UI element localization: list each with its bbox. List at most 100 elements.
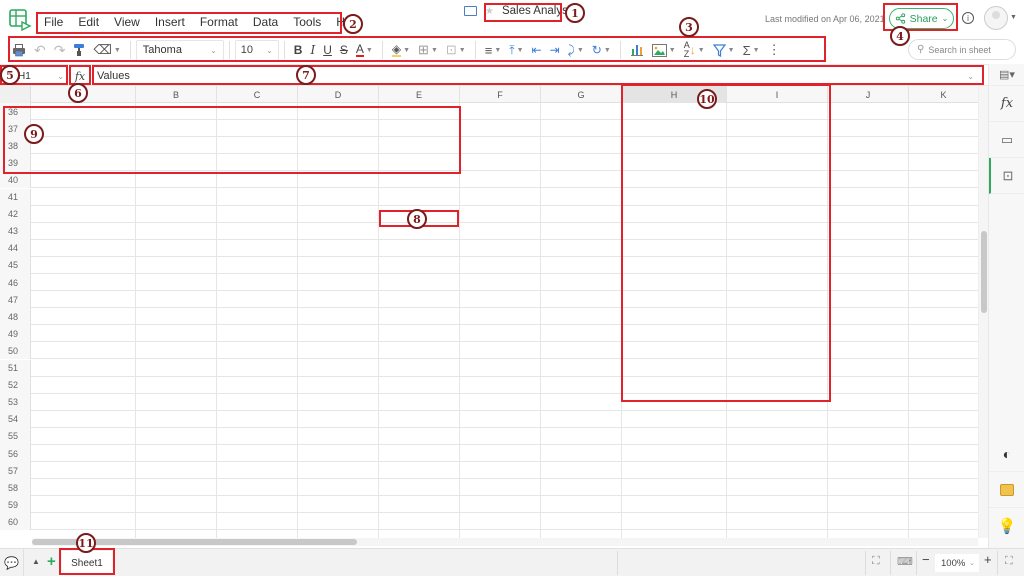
search-input[interactable]: ⚲ Search in sheet <box>908 39 1016 60</box>
row-header[interactable]: 42 <box>0 205 31 223</box>
cell-format-button[interactable]: ▤▾ <box>989 64 1024 86</box>
table-row[interactable]: 45 <box>0 256 978 274</box>
row-header[interactable]: 60 <box>0 513 31 531</box>
decrease-indent-button[interactable]: ⇤ <box>528 39 546 61</box>
horizontal-align-button[interactable]: ≡ ▼ <box>481 39 506 61</box>
table-row[interactable]: 38 <box>0 137 978 155</box>
zoom-select[interactable]: 100% ⌄ <box>935 554 979 572</box>
app-logo-icon[interactable] <box>8 8 32 32</box>
column-header-f[interactable]: F <box>460 86 541 103</box>
rotate-text-button[interactable]: ↻ ▼ <box>588 39 615 61</box>
column-header-c[interactable]: C <box>217 86 298 103</box>
sheet-list-button[interactable]: ▲ <box>32 557 40 566</box>
redo-button[interactable]: ↷ <box>50 39 70 61</box>
menu-edit[interactable]: Edit <box>72 15 108 29</box>
wrap-text-button[interactable]: ⤸ ▼ <box>564 39 588 61</box>
sort-button[interactable]: A Z ↓ ▼ <box>680 39 709 61</box>
fit-view-icon[interactable]: ⛶ <box>872 555 880 568</box>
row-header[interactable]: 40 <box>0 171 31 189</box>
table-row[interactable]: 43 <box>0 222 978 240</box>
table-row[interactable]: 59 <box>0 496 978 514</box>
row-header[interactable]: 47 <box>0 291 31 309</box>
table-row[interactable]: 44 <box>0 239 978 257</box>
row-header[interactable]: 58 <box>0 479 31 497</box>
row-header[interactable]: 59 <box>0 496 31 514</box>
folder-icon[interactable] <box>464 6 477 16</box>
keyboard-icon[interactable]: ⌨ <box>897 555 913 568</box>
column-header-g[interactable]: G <box>541 86 622 103</box>
column-header-d[interactable]: D <box>298 86 379 103</box>
row-header[interactable]: 50 <box>0 342 31 360</box>
table-row[interactable]: 50 <box>0 342 978 360</box>
table-row[interactable]: 41 <box>0 188 978 206</box>
info-icon[interactable]: i <box>962 12 974 24</box>
table-row[interactable]: 60 <box>0 513 978 531</box>
comments-button[interactable]: ▭ <box>989 122 1024 158</box>
menu-file[interactable]: File <box>38 15 72 29</box>
table-row[interactable]: 52 <box>0 376 978 394</box>
table-row[interactable]: 46 <box>0 274 978 291</box>
column-header-e[interactable]: E <box>379 86 460 103</box>
table-row[interactable]: 36 <box>0 103 978 120</box>
vertical-align-button[interactable]: ⤒ ▼ <box>505 39 527 61</box>
row-header[interactable]: 43 <box>0 222 31 240</box>
undo-button[interactable]: ↶ <box>30 39 50 61</box>
row-header[interactable]: 41 <box>0 188 31 206</box>
italic-button[interactable]: I <box>306 39 319 61</box>
row-header[interactable]: 36 <box>0 103 31 120</box>
font-family-select[interactable]: Tahoma ⌄ <box>135 39 224 61</box>
horizontal-scrollbar[interactable] <box>32 538 978 546</box>
clear-format-button[interactable]: ⌫ ▼ <box>89 39 124 61</box>
row-header[interactable]: 54 <box>0 410 31 428</box>
row-header[interactable]: 56 <box>0 445 31 462</box>
expand-formula-icon[interactable]: ⌄ <box>967 72 974 81</box>
fill-color-button[interactable]: ◈ ▼ <box>388 39 414 61</box>
row-header[interactable]: 55 <box>0 427 31 445</box>
row-header[interactable]: 45 <box>0 256 31 274</box>
menu-format[interactable]: Format <box>194 15 247 29</box>
underline-button[interactable]: U <box>319 39 336 61</box>
table-row[interactable]: 54 <box>0 410 978 428</box>
borders-button[interactable]: ⊞ ▼ <box>414 39 442 61</box>
table-row[interactable]: 55 <box>0 427 978 445</box>
text-color-button[interactable]: A ▼ <box>352 39 377 61</box>
row-header[interactable]: 53 <box>0 393 31 411</box>
row-header[interactable]: 39 <box>0 154 31 172</box>
column-header-j[interactable]: J <box>828 86 909 103</box>
column-header-i[interactable]: I <box>727 86 828 103</box>
filter-button[interactable]: ▼ <box>709 39 739 61</box>
format-painter-button[interactable] <box>69 39 89 61</box>
table-row[interactable]: 58 <box>0 479 978 497</box>
fullscreen-icon[interactable]: ⛶ <box>1005 555 1013 568</box>
ideas-button[interactable]: 💡 <box>989 508 1024 544</box>
theme-button[interactable]: ◐ <box>989 436 1024 472</box>
chat-button[interactable]: 💬 <box>0 549 24 576</box>
formula-input[interactable]: Values ⌄ <box>94 67 982 85</box>
bold-button[interactable]: B <box>290 39 307 61</box>
spreadsheet-grid[interactable]: ABCDEFGHIJK 3637383940414243444546474849… <box>0 86 978 538</box>
vertical-scrollbar[interactable] <box>978 86 988 538</box>
menu-data[interactable]: Data <box>247 15 287 29</box>
menu-insert[interactable]: Insert <box>149 15 194 29</box>
increase-indent-button[interactable]: ⇥ <box>546 39 564 61</box>
sheet-tab[interactable]: Sheet1 <box>62 551 112 575</box>
strikethrough-button[interactable]: S <box>336 39 352 61</box>
sum-button[interactable]: Σ ▼ <box>739 39 764 61</box>
table-row[interactable]: 40 <box>0 171 978 189</box>
row-header[interactable]: 44 <box>0 239 31 257</box>
table-row[interactable]: 42 <box>0 205 978 223</box>
table-row[interactable]: 39 <box>0 154 978 172</box>
add-sheet-button[interactable]: + <box>47 553 56 570</box>
row-header[interactable]: 48 <box>0 308 31 326</box>
more-options-button[interactable]: ⋮ <box>764 39 785 61</box>
merge-cells-button[interactable]: ⊡ ▼ <box>442 39 470 61</box>
column-header-b[interactable]: B <box>136 86 217 103</box>
table-row[interactable]: 47 <box>0 291 978 309</box>
table-row[interactable]: 49 <box>0 325 978 343</box>
zoom-out-button[interactable]: − <box>922 552 930 567</box>
star-icon[interactable]: ★ <box>485 6 494 17</box>
insert-image-button[interactable]: ▼ <box>648 39 680 61</box>
caret-down-icon[interactable]: ▼ <box>1010 14 1017 21</box>
row-header[interactable]: 57 <box>0 462 31 480</box>
avatar[interactable] <box>984 6 1008 30</box>
